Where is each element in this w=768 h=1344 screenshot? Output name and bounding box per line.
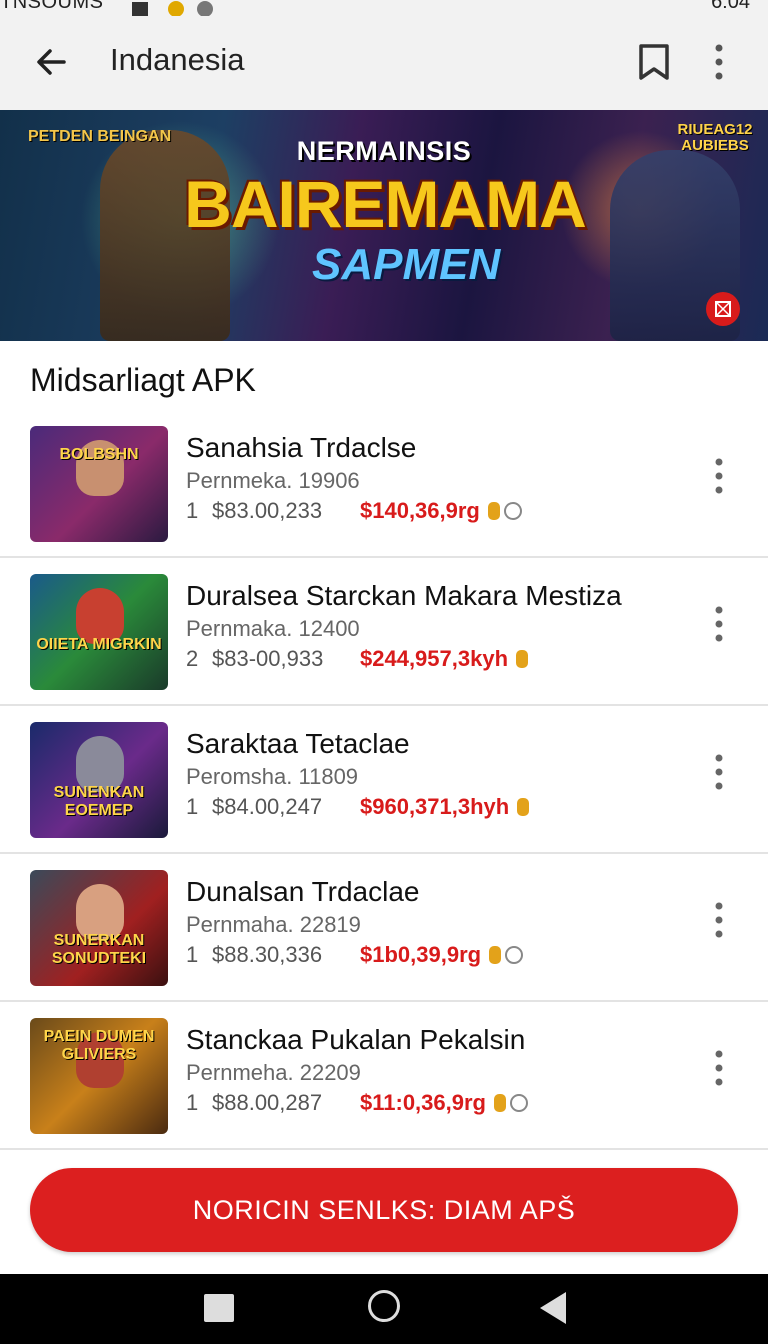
app-name: Saraktaa Tetaclae [186, 728, 410, 759]
app-rank: 1 [186, 794, 199, 819]
ad-choices-icon[interactable] [706, 292, 740, 326]
app-rank: 1 [186, 1090, 199, 1115]
banner-small-title: NERMAINSIS [296, 136, 472, 166]
list-item[interactable]: SUNENKAN EOEMEP Saraktaa Tetaclae Peroms… [0, 706, 768, 854]
coin-notification-icon [167, 0, 184, 16]
app-publisher: Pernmaha. 22819 [186, 912, 361, 937]
item-menu-icon[interactable] [704, 898, 734, 942]
app-thumbnail: SUNENKAN EOEMEP [30, 722, 168, 838]
status-bar: TNSOUMS 6:04 [0, 0, 768, 16]
app-price: $960,371,3hyh [360, 794, 530, 820]
item-menu-icon[interactable] [704, 1046, 734, 1090]
price-value: $1b0,39,9rg [360, 942, 482, 967]
app-size: $83-00,933 [212, 646, 324, 671]
app-meta: 1 $88.30,336 [186, 942, 322, 968]
app-size: $88.30,336 [212, 942, 323, 967]
recents-icon[interactable] [204, 1294, 234, 1322]
coin-icon [487, 502, 500, 520]
coin-icon [493, 1094, 506, 1112]
thumbnail-caption: SUNERKAN SONUDTEKI [51, 932, 147, 967]
home-icon[interactable] [368, 1290, 400, 1322]
price-value: $11:0,36,9rg [360, 1090, 486, 1115]
download-cta-button[interactable]: NORICIN SENLKS: DIAM APŠ [30, 1168, 738, 1252]
app-price: $244,957,3kyh [360, 646, 529, 672]
item-menu-icon[interactable] [704, 454, 734, 498]
app-price: $1b0,39,9rg [360, 942, 524, 968]
page-title: Indanesia [110, 42, 245, 77]
app-publisher: Pernmaka. 12400 [186, 616, 360, 641]
app-name: Sanahsia Trdaclse [186, 432, 417, 463]
coin-icon [516, 650, 529, 668]
thumbnail-caption: SUNENKAN EOEMEP [53, 784, 145, 819]
app-publisher: Peromsha. 11809 [186, 764, 359, 789]
section-title: Midsarliagt APK [30, 362, 256, 398]
banner-big-title: BAIREMAMA [184, 167, 587, 241]
banner-subtitle: SAPMEN [312, 240, 501, 289]
app-name: Stanckaa Pukalan Pekalsin [186, 1024, 526, 1055]
price-value: $960,371,3hyh [360, 794, 510, 819]
app-price: $11:0,36,9rg [360, 1090, 528, 1116]
item-menu-icon[interactable] [704, 602, 734, 646]
app-price: $140,36,9rg [360, 498, 522, 524]
promo-banner[interactable]: PETDEN BEINGAN RIUEAG12 AUBIEBS NERMAINS… [0, 110, 768, 341]
item-menu-icon[interactable] [704, 750, 734, 794]
app-meta: 1 $83.00,233 [186, 498, 322, 524]
app-thumbnail: OIIETA MIGRKIN [30, 574, 168, 690]
sync-icon [197, 0, 214, 16]
app-bar: Indanesia [0, 16, 768, 111]
ring-icon [503, 502, 522, 520]
app-meta: 2 $83-00,933 [186, 646, 323, 672]
app-publisher: Pernmeka. 19906 [186, 468, 360, 493]
app-size: $88.00,287 [212, 1090, 323, 1115]
app-publisher: Pernmeha. 22209 [186, 1060, 361, 1085]
coin-icon [489, 946, 502, 964]
bookmark-icon[interactable] [632, 40, 676, 84]
price-value: $140,36,9rg [360, 498, 480, 523]
back-nav-icon[interactable] [540, 1292, 566, 1324]
app-rank: 1 [186, 942, 199, 967]
system-nav-bar [0, 1274, 768, 1344]
app-list: BOLBSHN Sanahsia Trdaclse Pernmeka. 1990… [0, 410, 768, 1150]
app-name: Dunalsan Trdaclae [186, 876, 420, 907]
list-item[interactable]: BOLBSHN Sanahsia Trdaclse Pernmeka. 1990… [0, 410, 768, 558]
notification-icon [132, 1, 148, 16]
list-item[interactable]: SUNERKAN SONUDTEKI Dunalsan Trdaclae Per… [0, 854, 768, 1002]
thumbnail-caption: PAEIN DUMEN GLIVIERS [43, 1028, 155, 1063]
app-rank: 2 [186, 646, 199, 671]
app-meta: 1 $84.00,247 [186, 794, 322, 820]
app-thumbnail: SUNERKAN SONUDTEKI [30, 870, 168, 986]
status-time: 6:04 [711, 0, 750, 13]
list-item[interactable]: OIIETA MIGRKIN Duralsea Starckan Makara … [0, 558, 768, 706]
app-thumbnail: PAEIN DUMEN GLIVIERS [30, 1018, 168, 1134]
back-arrow-icon[interactable] [30, 40, 74, 84]
app-name: Duralsea Starckan Makara Mestiza [186, 580, 622, 611]
app-meta: 1 $88.00,287 [186, 1090, 322, 1116]
status-icons-left [118, 0, 214, 16]
price-value: $244,957,3kyh [360, 646, 509, 671]
app-rank: 1 [186, 498, 199, 523]
ring-icon [505, 946, 524, 964]
status-carrier: TNSOUMS [0, 0, 104, 13]
coin-icon [517, 798, 530, 816]
app-size: $83.00,233 [212, 498, 323, 523]
list-item[interactable]: PAEIN DUMEN GLIVIERS Stanckaa Pukalan Pe… [0, 1002, 768, 1150]
app-size: $84.00,247 [212, 794, 323, 819]
thumbnail-caption: OIIETA MIGRKIN [36, 636, 162, 653]
more-options-icon[interactable] [700, 40, 738, 84]
app-thumbnail: BOLBSHN [30, 426, 168, 542]
thumbnail-caption: BOLBSHN [59, 446, 139, 463]
ring-icon [509, 1094, 528, 1112]
